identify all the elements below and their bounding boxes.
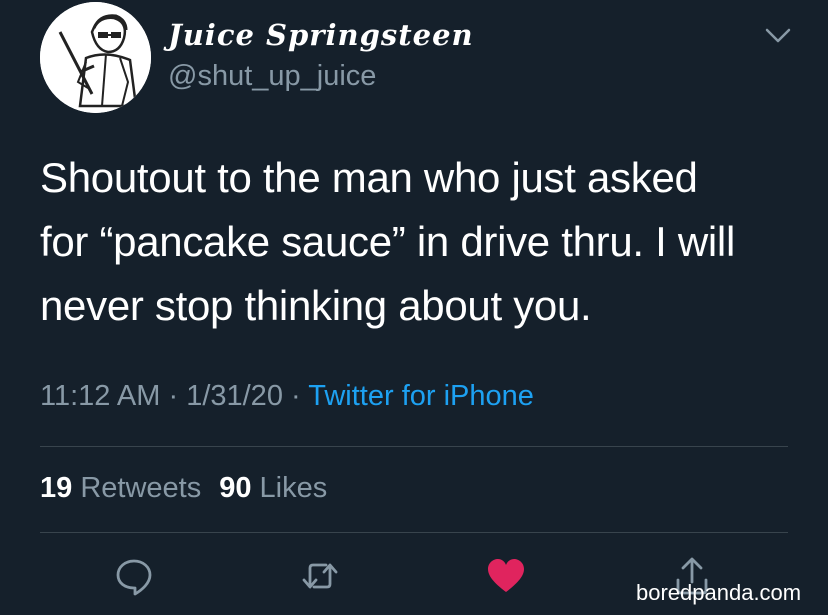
reply-icon bbox=[116, 559, 152, 596]
tweet-text: Shoutout to the man who just asked for “… bbox=[40, 146, 800, 338]
likes-count: 90 bbox=[219, 472, 252, 504]
chevron-down-icon bbox=[765, 28, 791, 43]
more-options-button[interactable] bbox=[762, 24, 794, 48]
likes-label: Likes bbox=[259, 472, 328, 504]
user-handle[interactable]: @shut_up_juice bbox=[168, 60, 376, 93]
tweet-text-line: never stop thinking about you. bbox=[40, 282, 592, 329]
likes-stat[interactable]: 90 Likes bbox=[219, 472, 327, 504]
tweet-date[interactable]: 1/31/20 bbox=[186, 380, 283, 412]
display-name[interactable]: Juice Springsteen bbox=[168, 18, 474, 52]
retweets-stat[interactable]: 19 Retweets bbox=[40, 472, 201, 504]
tweet-meta: 11:12 AM · 1/31/20 · Twitter for iPhone bbox=[40, 380, 534, 413]
retweets-count: 19 bbox=[40, 472, 73, 504]
avatar[interactable] bbox=[40, 2, 151, 113]
divider bbox=[40, 532, 788, 533]
like-button[interactable] bbox=[486, 556, 526, 596]
retweet-button[interactable] bbox=[300, 556, 340, 596]
meta-separator: · bbox=[291, 380, 301, 412]
tweet-text-line: Shoutout to the man who just asked bbox=[40, 154, 698, 201]
tweet-time[interactable]: 11:12 AM bbox=[40, 380, 160, 412]
tweet-stats: 19 Retweets 90 Likes bbox=[40, 472, 327, 505]
tweet-source-link[interactable]: Twitter for iPhone bbox=[308, 380, 534, 412]
retweets-label: Retweets bbox=[80, 472, 202, 504]
retweet-icon bbox=[302, 563, 338, 589]
watermark: boredpanda.com bbox=[636, 580, 802, 605]
reply-button[interactable] bbox=[114, 556, 154, 596]
divider bbox=[40, 446, 788, 447]
meta-separator: · bbox=[168, 380, 179, 412]
tweet-text-line: for “pancake sauce” in drive thru. I wil… bbox=[40, 218, 735, 265]
heart-icon bbox=[488, 559, 524, 592]
